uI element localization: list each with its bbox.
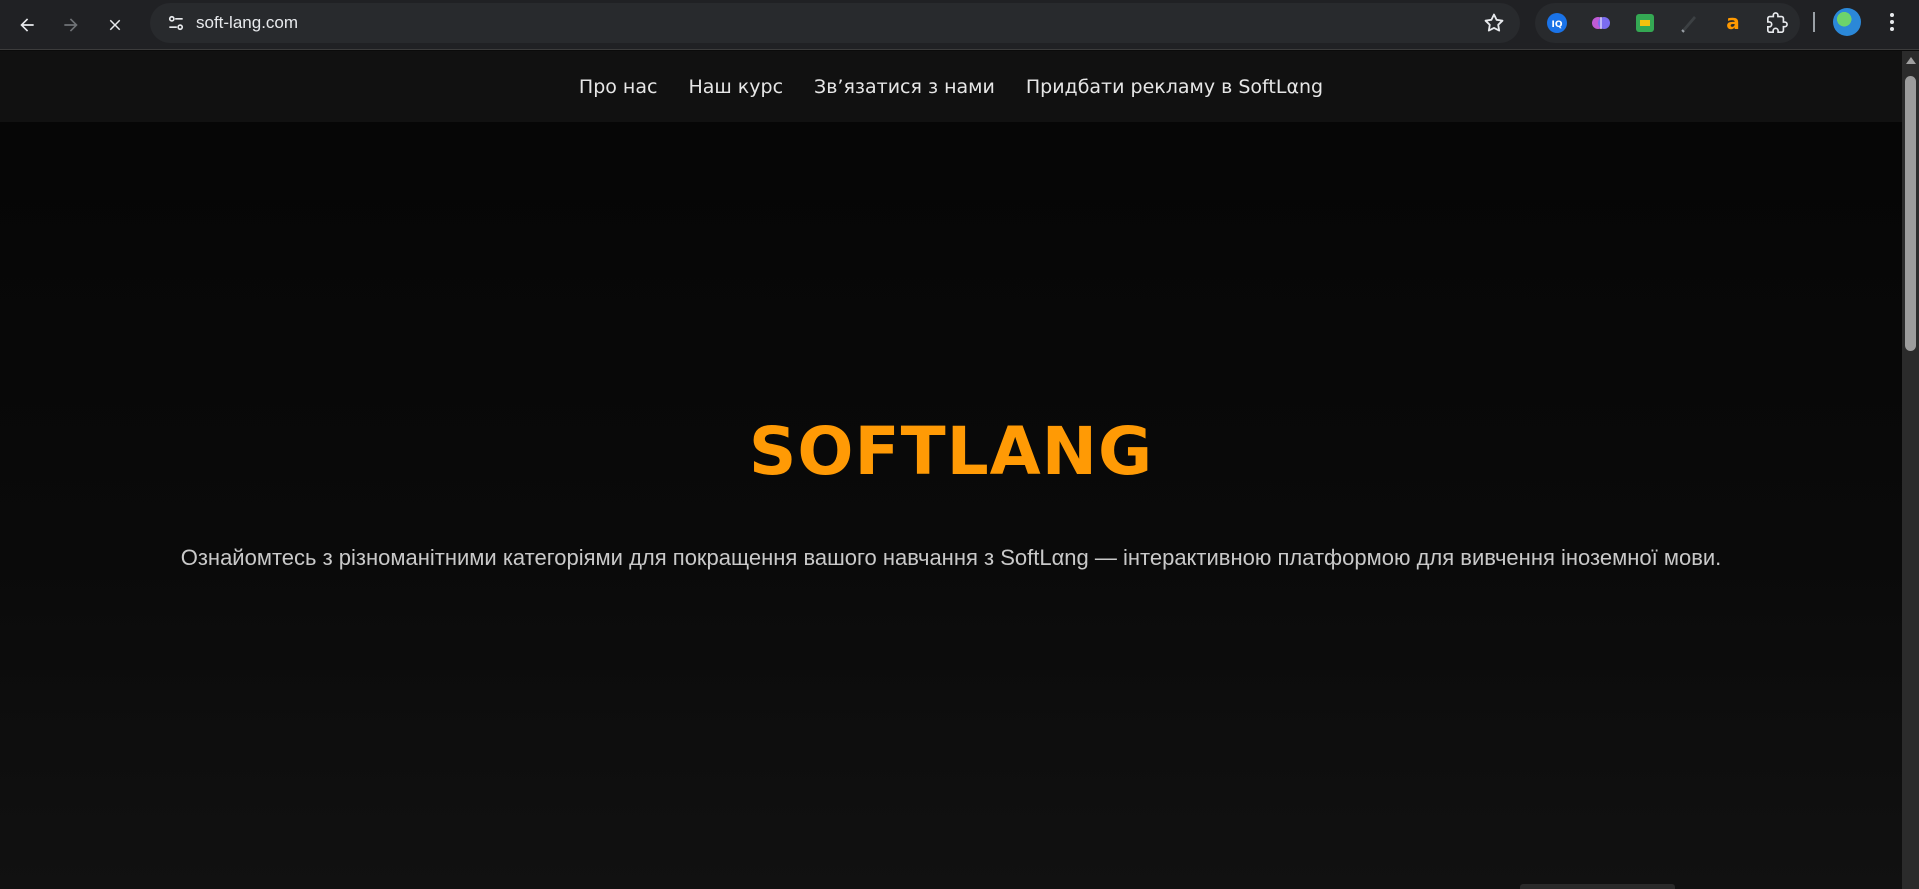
- puzzle-extension-icon: [1767, 12, 1788, 33]
- site-navigation: Про нас Наш курс Зв’язатися з нами Придб…: [0, 51, 1902, 122]
- brain-extension-icon: [1592, 17, 1610, 29]
- extensions-menu-button[interactable]: [1755, 3, 1799, 43]
- site-settings-button[interactable]: [156, 3, 196, 43]
- extension-pen[interactable]: [1667, 3, 1711, 43]
- extension-iq[interactable]: IQ: [1535, 3, 1579, 43]
- extension-amazon[interactable]: a: [1711, 3, 1755, 43]
- extensions-bar: IQ a: [1535, 3, 1800, 43]
- extension-green[interactable]: [1623, 3, 1667, 43]
- svg-text:IQ: IQ: [1552, 20, 1563, 30]
- page-scrollbar[interactable]: [1902, 51, 1919, 889]
- arrow-left-icon: [20, 17, 34, 32]
- stop-loading-button[interactable]: [93, 5, 137, 45]
- nav-link-contact[interactable]: Зв’язатися з нами: [814, 76, 995, 98]
- toolbar-divider: [1813, 12, 1815, 32]
- scroll-up-arrow[interactable]: [1906, 57, 1916, 64]
- arrow-right-icon: [64, 17, 78, 32]
- nav-link-course[interactable]: Наш курс: [688, 76, 783, 98]
- hero-subtitle: Ознайомтесь з різноманітними категоріями…: [180, 545, 1722, 570]
- back-button[interactable]: [5, 5, 49, 45]
- extension-brain[interactable]: [1579, 3, 1623, 43]
- green-extension-icon: [1636, 14, 1654, 32]
- star-icon[interactable]: [1482, 11, 1506, 35]
- hero-title: SOFTLANG: [748, 413, 1154, 490]
- svg-text:a: a: [1726, 12, 1740, 34]
- nav-link-advertise[interactable]: Придбати рекламу в SoftLαng: [1026, 76, 1323, 98]
- address-bar[interactable]: soft-lang.com: [150, 3, 1520, 43]
- profile-avatar[interactable]: [1833, 8, 1861, 36]
- scroll-thumb[interactable]: [1905, 76, 1916, 351]
- bottom-edge-tab: [1520, 884, 1675, 889]
- page-content: Про нас Наш курс Зв’язатися з нами Придб…: [0, 51, 1902, 889]
- tune-icon: [168, 15, 184, 31]
- forward-button[interactable]: [49, 5, 93, 45]
- close-icon: [109, 19, 121, 30]
- pen-extension-icon: [1681, 16, 1696, 33]
- url-text[interactable]: soft-lang.com: [196, 13, 298, 33]
- amazon-extension-icon: a: [1726, 12, 1740, 34]
- iq-extension-icon: IQ: [1547, 13, 1567, 33]
- browser-toolbar: soft-lang.com IQ a: [0, 0, 1919, 50]
- nav-link-about[interactable]: Про нас: [579, 76, 658, 98]
- kebab-menu-icon[interactable]: [1880, 6, 1904, 38]
